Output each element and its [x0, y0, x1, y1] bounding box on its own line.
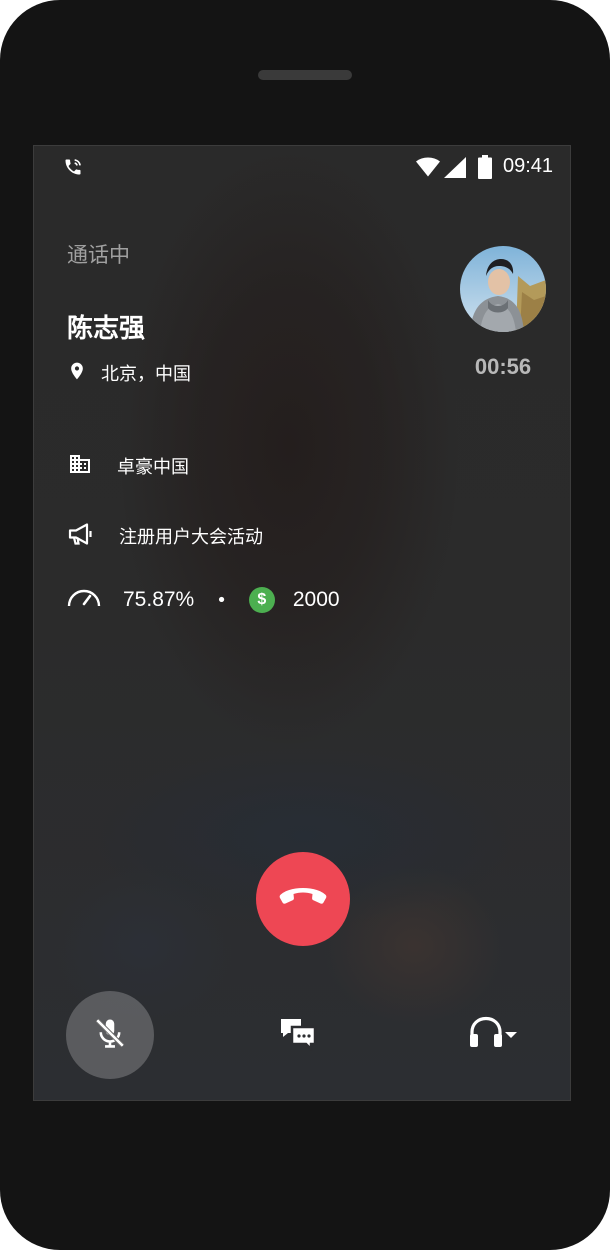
message-button[interactable]: [276, 1014, 320, 1058]
campaign-text: 注册用户大会活动: [119, 527, 263, 548]
chat-icon: [279, 1017, 317, 1055]
score-percent: 75.87%: [123, 588, 195, 611]
hang-up-button[interactable]: [256, 852, 350, 946]
phone-frame: 09:41 通话中 陈志强 北京，中国 卓豪中国 注册用户大会活动 75.87%…: [0, 0, 610, 1250]
location-row: 北京，中国: [67, 360, 191, 386]
amount-value: 2000: [292, 588, 340, 611]
headset-icon: [468, 1015, 504, 1053]
audio-output-button[interactable]: [468, 1012, 528, 1056]
status-time: 09:41: [503, 155, 554, 177]
signal-icon: [444, 157, 466, 182]
stats-row: 75.87% • $ 2000: [67, 587, 340, 613]
phone-speaker: [258, 70, 352, 80]
campaign-row: 注册用户大会活动: [67, 522, 263, 550]
megaphone-icon: [67, 522, 97, 550]
call-status-icon: [63, 157, 83, 181]
building-icon: [67, 452, 93, 480]
company-text: 卓豪中国: [117, 457, 189, 478]
call-duration: 00:56: [474, 354, 532, 379]
wifi-icon: [416, 157, 440, 181]
stats-separator: •: [216, 589, 227, 611]
company-row: 卓豪中国: [67, 452, 189, 480]
dollar-icon: $: [248, 587, 275, 613]
call-state-label: 通话中: [67, 243, 130, 267]
contact-name: 陈志强: [67, 314, 146, 344]
gauge-icon: [67, 588, 101, 612]
battery-icon: [478, 155, 492, 183]
location-text: 北京，中国: [101, 364, 191, 385]
dollar-symbol: $: [257, 591, 267, 608]
mic-off-icon: [93, 1016, 127, 1054]
status-bar: 09:41: [34, 146, 570, 190]
mute-button[interactable]: [66, 991, 154, 1079]
call-screen: 09:41 通话中 陈志强 北京，中国 卓豪中国 注册用户大会活动 75.87%…: [33, 145, 571, 1101]
location-pin-icon: [67, 360, 87, 386]
avatar: [460, 246, 546, 332]
chevron-down-icon: [504, 1025, 518, 1044]
hang-up-icon: [279, 887, 327, 911]
